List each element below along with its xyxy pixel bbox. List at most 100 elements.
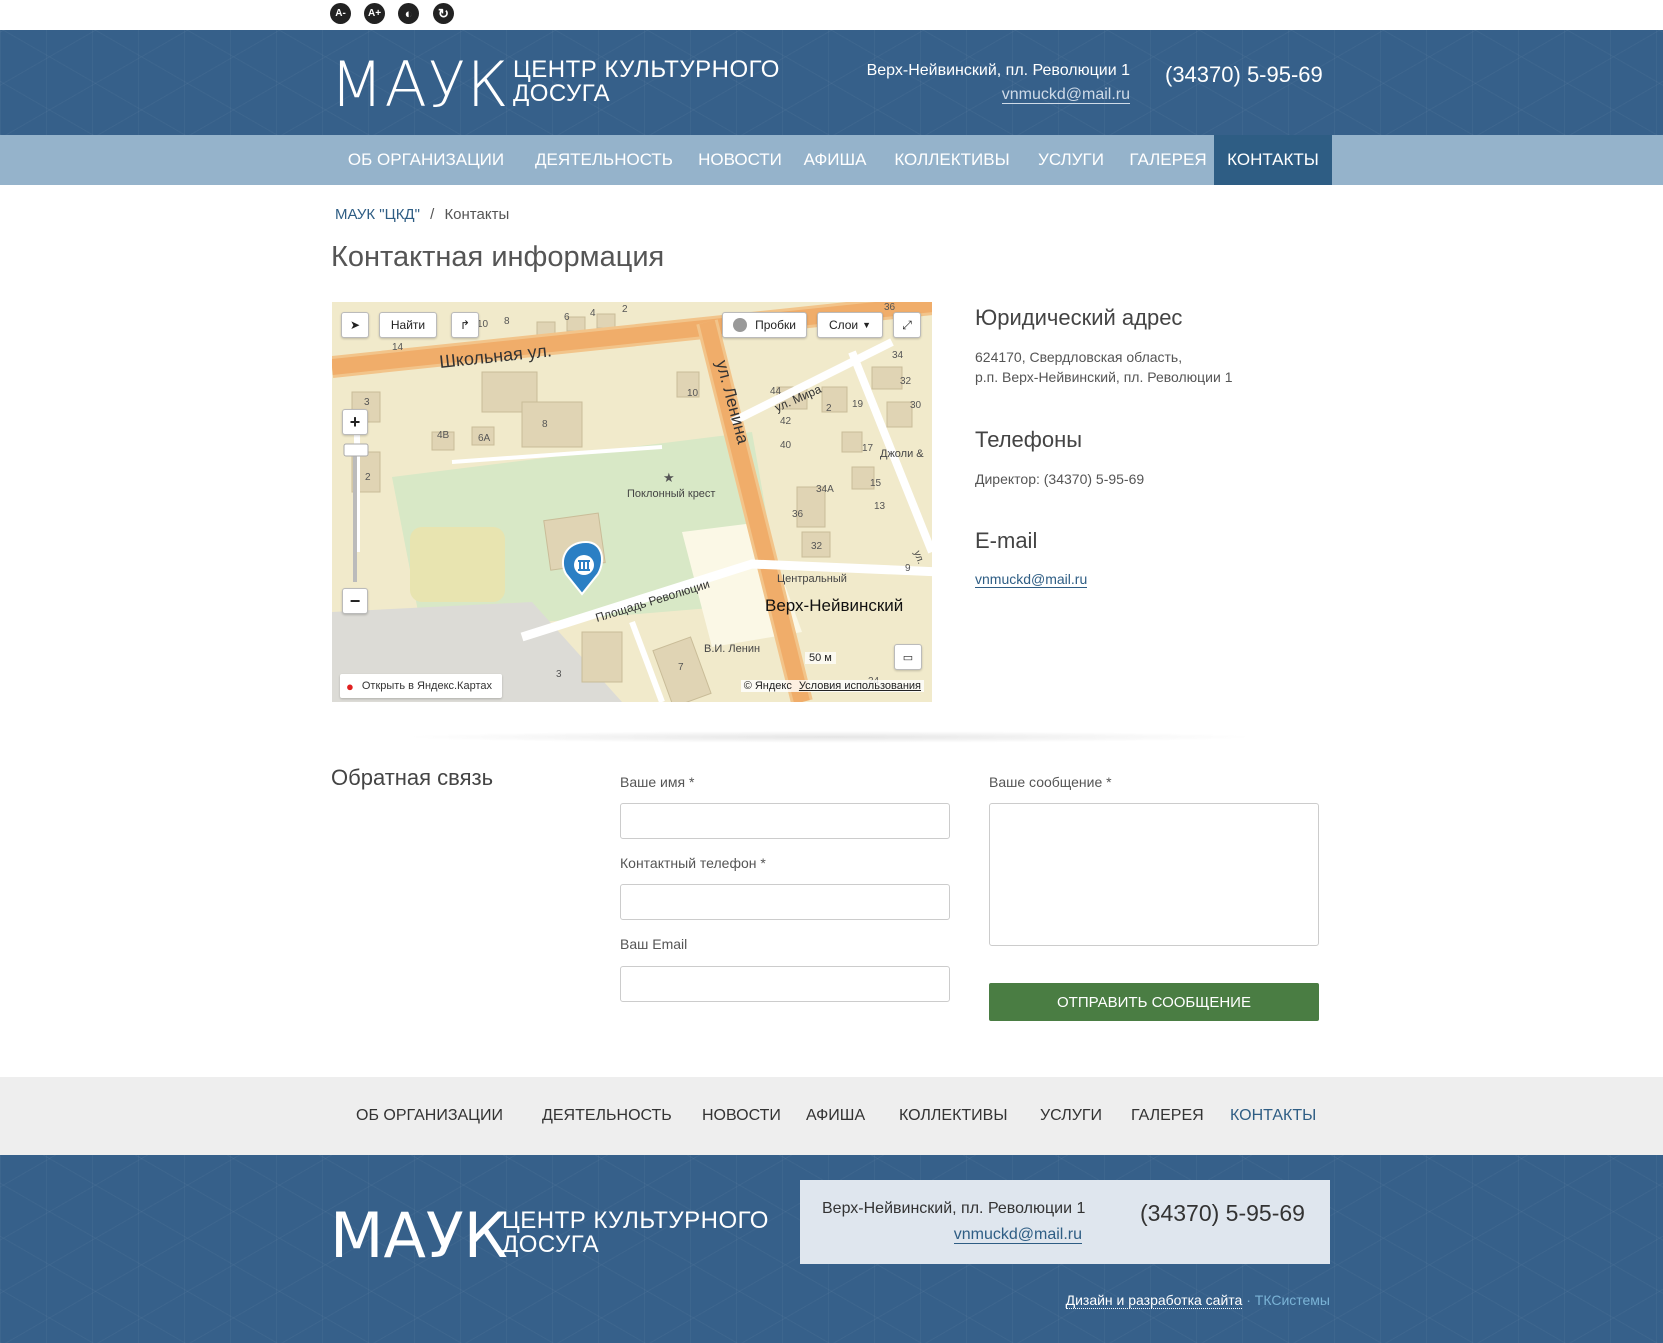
legal-title: Юридический адрес [975,305,1183,330]
site-header: МАУК ЦЕНТР КУЛЬТУРНОГО ДОСУГА Верх-Нейви… [0,30,1663,135]
map-scale: 50 м [805,652,836,664]
zoom-track[interactable] [353,452,357,582]
legal-line2: р.п. Верх-Нейвинский, пл. Революции 1 [975,369,1233,385]
svg-text:8: 8 [542,419,548,430]
contrast-icon[interactable]: ◐ [398,3,419,24]
font-decrease-icon[interactable]: A- [330,3,351,24]
map-label-town: Верх-Нейвинский [765,596,903,615]
map-layers-label: Слои [828,318,859,332]
nav-item-news[interactable]: НОВОСТИ [690,135,790,185]
phone-input[interactable] [620,884,950,920]
fullscreen-icon[interactable]: ⤢ [893,312,921,338]
map-canvas[interactable]: Школьная ул. ул. Ленина ул. Мира Площадь… [332,302,932,702]
map-label-central: Центральный [777,573,847,585]
accessibility-bar: A- A+ ◐ ↻ [0,0,1663,30]
footer-nav-afisha[interactable]: АФИША [806,1107,865,1125]
email-link-wrap: vnmuckd@mail.ru [975,571,1088,588]
footer-nav-about[interactable]: ОБ ОРГАНИЗАЦИИ [356,1107,503,1125]
map-label-edge: ул. [911,549,926,565]
ruler-icon[interactable]: ▭ [894,644,922,670]
footer-email-link[interactable]: vnmuckd@mail.ru [953,1226,1082,1244]
section-divider [400,731,1260,743]
reset-icon[interactable]: ↻ [433,3,454,24]
main-nav: ОБ ОРГАНИЗАЦИИ ДЕЯТЕЛЬНОСТЬ НОВОСТИ АФИШ… [0,135,1663,185]
map-label-jolly: Джоли & [880,448,924,460]
svg-text:2: 2 [365,472,371,483]
map-find-button[interactable]: Найти [379,312,437,338]
legal-line1: 624170, Свердловская область, [975,349,1183,365]
developer-company-link[interactable]: ТКСистемы [1255,1292,1330,1308]
svg-text:42: 42 [780,416,792,427]
svg-text:30: 30 [910,400,922,411]
breadcrumb-current: Контакты [444,206,510,223]
message-textarea[interactable] [989,803,1319,946]
map-label-cross: Поклонный крест [627,488,715,500]
geolocation-icon[interactable]: ➤ [341,312,369,338]
header-phone: (34370) 5-95-69 [1165,62,1323,87]
nav-item-afisha[interactable]: АФИША [795,135,875,185]
yandex-map[interactable]: Школьная ул. ул. Ленина ул. Мира Площадь… [332,302,932,702]
nav-item-activity[interactable]: ДЕЯТЕЛЬНОСТЬ [530,135,678,185]
header-email-link[interactable]: vnmuckd@mail.ru [1001,86,1130,104]
svg-text:3: 3 [364,397,370,408]
submit-button[interactable]: ОТПРАВИТЬ СООБЩЕНИЕ [989,983,1319,1021]
zoom-in-icon[interactable]: + [342,409,368,435]
footer-address: Верх-Нейвинский, пл. Революции 1 [822,1200,1086,1217]
map-layers-button[interactable]: Слои ▼ [817,312,883,338]
traffic-icon [733,318,748,332]
svg-text:36: 36 [792,509,804,520]
email-title: E-mail [975,528,1038,553]
svg-text:40: 40 [780,440,792,451]
svg-text:13: 13 [874,501,886,512]
footer-developer: Дизайн и разработка сайта · ТКСистемы [980,1292,1330,1309]
svg-text:15: 15 [870,478,882,489]
svg-text:4В: 4В [437,430,450,441]
message-label: Ваше сообщение * [989,774,1112,790]
email-label: Ваш Email [620,936,688,952]
name-input[interactable] [620,803,950,839]
map-label-lenin: В.И. Ленин [704,643,760,655]
svg-text:9: 9 [905,563,911,574]
svg-text:8: 8 [504,316,510,327]
logo-subtitle: ЦЕНТР КУЛЬТУРНОГО ДОСУГА [513,56,780,107]
footer-logo-subtitle: ЦЕНТР КУЛЬТУРНОГО ДОСУГА [502,1207,769,1258]
map-copyright-label: © Яндекс [743,680,792,692]
zoom-out-icon[interactable]: − [342,588,368,614]
map-scale-label: 50 м [809,652,832,664]
map-open-label: Открыть в Яндекс.Картах [361,680,492,692]
email-input[interactable] [620,966,950,1002]
logo-main[interactable]: МАУК [330,54,509,116]
nav-item-collectives[interactable]: КОЛЛЕКТИВЫ [887,135,1017,185]
svg-text:6А: 6А [478,433,491,444]
header-address: Верх-Нейвинский, пл. Революции 1 [866,62,1130,79]
footer-nav-activity[interactable]: ДЕЯТЕЛЬНОСТЬ [542,1107,672,1125]
nav-item-contacts[interactable]: КОНТАКТЫ [1214,135,1332,185]
nav-item-about[interactable]: ОБ ОРГАНИЗАЦИИ [332,135,520,185]
font-increase-icon[interactable]: A+ [364,3,385,24]
developer-label-link[interactable]: Дизайн и разработка сайта [1065,1292,1243,1309]
map-open-button[interactable]: ● Открыть в Яндекс.Картах [340,674,502,698]
developer-separator: · [1242,1292,1255,1308]
map-traffic-button[interactable]: Пробки [722,312,807,338]
footer-nav-news[interactable]: НОВОСТИ [702,1107,781,1125]
nav-item-gallery[interactable]: ГАЛЕРЕЯ [1122,135,1214,185]
name-label: Ваше имя * [620,774,695,790]
breadcrumb-home[interactable]: МАУК "ЦКД" [335,206,420,223]
email-link[interactable]: vnmuckd@mail.ru [975,571,1088,588]
nav-item-services[interactable]: УСЛУГИ [1030,135,1112,185]
svg-text:34: 34 [892,350,904,361]
route-icon[interactable]: ↱ [451,312,479,338]
footer-nav-contacts[interactable]: КОНТАКТЫ [1230,1107,1316,1125]
footer-logo-main[interactable]: МАУК [330,1205,508,1267]
footer-nav-gallery[interactable]: ГАЛЕРЕЯ [1131,1107,1204,1125]
footer-nav-services[interactable]: УСЛУГИ [1040,1107,1102,1125]
zoom-handle[interactable] [343,443,369,457]
feedback-title: Обратная связь [331,765,494,790]
phones-title: Телефоны [975,427,1083,452]
map-terms-link[interactable]: Условия использования [799,680,921,692]
footer-nav-collectives[interactable]: КОЛЛЕКТИВЫ [899,1107,1008,1125]
breadcrumb: МАУК "ЦКД" / Контакты [335,206,509,223]
svg-text:32: 32 [811,541,823,552]
footer-phone: (34370) 5-95-69 [1140,1200,1305,1226]
site-footer: МАУК ЦЕНТР КУЛЬТУРНОГО ДОСУГА Верх-Нейви… [0,1155,1663,1343]
